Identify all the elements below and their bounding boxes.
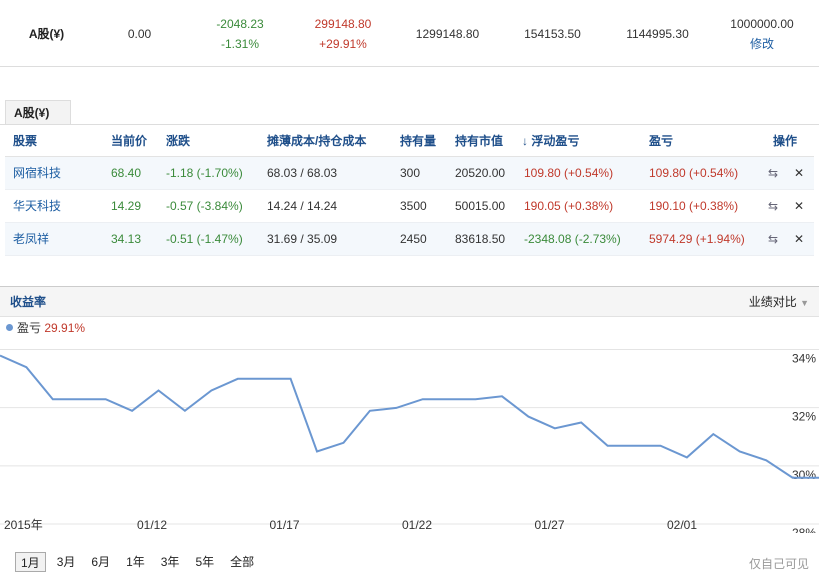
- cash-value: 0.00: [127, 26, 152, 41]
- stock-name-link[interactable]: 老凤祥: [13, 223, 49, 256]
- range-button[interactable]: 1月: [15, 552, 46, 572]
- col-pl[interactable]: 盈亏: [649, 126, 673, 157]
- float-pl-cell: 109.80 (+0.54%): [524, 166, 614, 180]
- returns-chart-panel: 收益率 业绩对比 ▼ 盈亏 29.91% 34% 32% 30% 28% 2015年 01…: [0, 286, 819, 582]
- tab-divider: [0, 124, 819, 125]
- table-header: 股票 当前价 涨跌 摊薄成本/持仓成本 持有量 持有市值 ↓ 浮动盈亏 盈亏 操…: [5, 126, 814, 157]
- col-ops: 操作: [773, 134, 798, 148]
- series-line-pl: [0, 354, 819, 479]
- x-tick-label: 2015年: [4, 518, 43, 532]
- day-change-value: -2048.23: [216, 16, 264, 31]
- table-row: 华天科技 14.29 -0.57 (-3.84%) 14.24 / 14.24 …: [5, 190, 814, 223]
- summary-row: A股(¥) 0.00 -2048.23 -1.31% 299148.80 +29…: [0, 0, 819, 67]
- change-cell: -0.57 (-3.84%): [166, 199, 243, 213]
- holdings-table: 股票 当前价 涨跌 摊薄成本/持仓成本 持有量 持有市值 ↓ 浮动盈亏 盈亏 操…: [5, 126, 814, 256]
- table-body: 网宿科技 68.40 -1.18 (-1.70%) 68.03 / 68.03 …: [5, 157, 814, 256]
- col-change[interactable]: 涨跌: [166, 126, 190, 157]
- qty-cell: 2450: [400, 232, 427, 246]
- summary-label-cell: A股(¥): [0, 0, 93, 67]
- chart-header: 收益率 业绩对比 ▼: [0, 287, 819, 317]
- price-cell: 34.13: [111, 232, 142, 246]
- private-note: 仅自己可见: [748, 557, 809, 571]
- compare-dropdown[interactable]: 业绩对比 ▼: [749, 287, 809, 318]
- returns-line-chart: 34% 32% 30% 28% 2015年 01/12 01/17 01/22 01/27 02/…: [0, 348, 819, 533]
- range-button[interactable]: 5年: [190, 552, 219, 572]
- market-label: A股(¥): [28, 26, 65, 41]
- range-selector: 1月 3月 6月 1年 3年 5年 全部: [15, 552, 265, 572]
- stock-value: 154153.50: [524, 26, 581, 41]
- cost-cell: 31.69 / 35.09: [267, 232, 338, 246]
- qty-cell: 300: [400, 166, 421, 180]
- cost-cell: 68.03 / 68.03: [267, 166, 338, 180]
- value-cell: 83618.50: [455, 232, 506, 246]
- x-tick-label: 01/27: [534, 518, 564, 532]
- x-tick-label: 02/01: [667, 518, 697, 532]
- edit-principal-link[interactable]: 修改: [750, 34, 774, 54]
- available-cash-cell: 1144995.30: [610, 0, 705, 67]
- table-row: 老凤祥 34.13 -0.51 (-1.47%) 31.69 / 35.09 2…: [5, 223, 814, 256]
- range-button[interactable]: 1年: [121, 552, 150, 572]
- value-cell: 20520.00: [455, 166, 506, 180]
- y-tick-label: 30%: [792, 468, 816, 482]
- qty-cell: 3500: [400, 199, 427, 213]
- x-tick-label: 01/12: [137, 518, 167, 532]
- col-qty[interactable]: 持有量: [400, 126, 436, 157]
- range-button[interactable]: 3月: [52, 552, 81, 572]
- price-cell: 14.29: [111, 199, 142, 213]
- col-float-pl[interactable]: ↓ 浮动盈亏: [522, 126, 579, 157]
- total-assets-value: 1299148.80: [415, 26, 480, 41]
- total-change-cell: 299148.80 +29.91%: [293, 0, 393, 67]
- x-tick-label: 01/22: [402, 518, 432, 532]
- table-row: 网宿科技 68.40 -1.18 (-1.70%) 68.03 / 68.03 …: [5, 157, 814, 190]
- day-change-pct: -1.31%: [220, 36, 260, 51]
- trade-swap-icon[interactable]: ⇆: [768, 223, 778, 256]
- x-tick-label: 01/17: [269, 518, 299, 532]
- y-tick-label: 32%: [792, 410, 816, 424]
- float-pl-cell: 190.05 (+0.38%): [524, 199, 614, 213]
- remove-close-icon[interactable]: ✕: [794, 157, 804, 190]
- stock-name-link[interactable]: 网宿科技: [13, 157, 61, 190]
- cost-cell: 14.24 / 14.24: [267, 199, 338, 213]
- sort-arrow-icon: ↓: [522, 134, 528, 148]
- change-cell: -1.18 (-1.70%): [166, 166, 243, 180]
- pl-cell: 109.80 (+0.54%): [649, 166, 739, 180]
- principal-cell: 1000000.00 修改: [712, 0, 812, 67]
- tab-a-shares[interactable]: A股(¥): [5, 100, 71, 125]
- cash-cell: 0.00: [93, 0, 186, 67]
- col-price[interactable]: 当前价: [111, 126, 147, 157]
- portfolio-page: A股(¥) 0.00 -2048.23 -1.31% 299148.80 +29…: [0, 0, 819, 582]
- col-cost[interactable]: 摊薄成本/持仓成本: [267, 126, 366, 157]
- total-assets-cell: 1299148.80: [400, 0, 495, 67]
- y-tick-label: 28%: [792, 526, 816, 533]
- principal-value: 1000000.00: [730, 16, 794, 31]
- col-float-pl-label: 浮动盈亏: [531, 134, 580, 148]
- chevron-down-icon: ▼: [800, 298, 809, 308]
- pl-cell: 5974.29 (+1.94%): [649, 232, 745, 246]
- float-pl-cell: -2348.08 (-2.73%): [524, 232, 621, 246]
- col-stock[interactable]: 股票: [13, 126, 37, 157]
- remove-close-icon[interactable]: ✕: [794, 223, 804, 256]
- total-change-value: 299148.80: [314, 16, 372, 31]
- remove-close-icon[interactable]: ✕: [794, 190, 804, 223]
- stock-name-link[interactable]: 华天科技: [13, 190, 61, 223]
- trade-swap-icon[interactable]: ⇆: [768, 157, 778, 190]
- available-cash-value: 1144995.30: [626, 26, 689, 41]
- range-button[interactable]: 6月: [86, 552, 115, 572]
- trade-swap-icon[interactable]: ⇆: [768, 190, 778, 223]
- legend-dot-icon: [6, 324, 13, 331]
- change-cell: -0.51 (-1.47%): [166, 232, 243, 246]
- value-cell: 50015.00: [455, 199, 506, 213]
- y-tick-label: 34%: [792, 351, 816, 365]
- price-cell: 68.40: [111, 166, 142, 180]
- pl-cell: 190.10 (+0.38%): [649, 199, 739, 213]
- total-change-pct: +29.91%: [319, 36, 367, 51]
- col-value[interactable]: 持有市值: [455, 126, 503, 157]
- stock-value-cell: 154153.50: [505, 0, 600, 67]
- chart-title: 收益率: [10, 295, 47, 309]
- range-button[interactable]: 3年: [156, 552, 185, 572]
- day-change-cell: -2048.23 -1.31%: [192, 0, 288, 67]
- compare-label: 业绩对比: [748, 295, 797, 309]
- range-button[interactable]: 全部: [225, 552, 259, 572]
